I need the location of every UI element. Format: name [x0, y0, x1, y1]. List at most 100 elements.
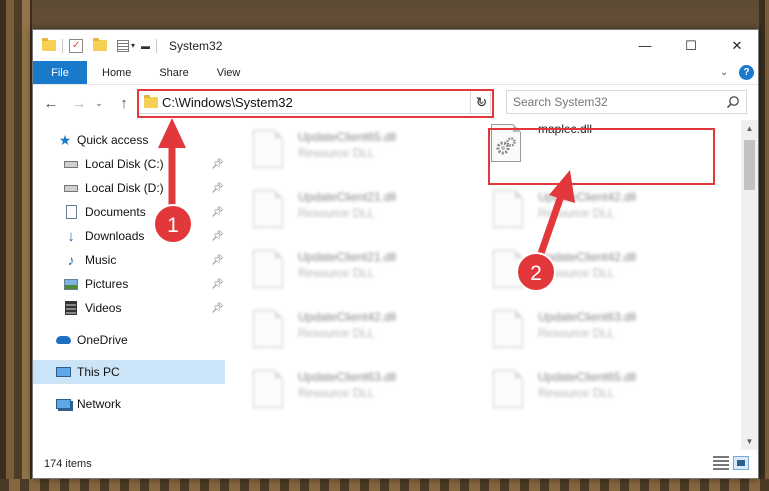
file-type: Resource DLL: [538, 206, 615, 220]
up-arrow-icon[interactable]: ↑: [115, 94, 133, 112]
pin-icon[interactable]: 📌︎: [211, 303, 224, 314]
new-folder-icon[interactable]: [93, 38, 107, 51]
sidebar-item-network[interactable]: Network: [33, 392, 225, 416]
dll-file-icon: [253, 370, 285, 408]
file-name: UpdateClient42.dll: [538, 190, 637, 204]
file-name: UpdateClient63.dll: [298, 370, 397, 384]
sidebar-item-local-disk-c[interactable]: Local Disk (C:) 📌︎: [33, 152, 225, 176]
computer-icon: [55, 364, 71, 380]
details-view-icon[interactable]: [713, 456, 729, 470]
search-input[interactable]: Search System32: [506, 90, 747, 114]
sidebar-item-label: Local Disk (D:): [85, 181, 164, 195]
sidebar-item-label: This PC: [77, 365, 120, 379]
sidebar-item-quick-access[interactable]: ★ Quick access: [33, 128, 225, 152]
scroll-down-icon[interactable]: ▼: [741, 433, 758, 450]
picture-icon: [63, 276, 79, 292]
music-icon: ♪: [67, 252, 75, 268]
list-item[interactable]: UpdateClient65.dll Resource DLL: [481, 364, 701, 414]
tab-home[interactable]: Home: [87, 61, 145, 84]
video-icon: [63, 300, 79, 316]
folder-icon: [42, 38, 56, 51]
file-type: Resource DLL: [538, 326, 615, 340]
properties-icon[interactable]: ✓: [69, 38, 83, 53]
recent-locations-icon[interactable]: ⌄: [90, 94, 108, 112]
network-icon: [55, 396, 71, 412]
pin-icon[interactable]: 📌︎: [211, 255, 224, 266]
sidebar-item-label: Videos: [85, 301, 122, 315]
help-icon[interactable]: ?: [739, 65, 754, 80]
sidebar-item-local-disk-d[interactable]: Local Disk (D:) 📌︎: [33, 176, 225, 200]
sidebar-item-this-pc[interactable]: This PC: [33, 360, 225, 384]
status-bar: 174 items: [33, 450, 758, 478]
sidebar-item-label: Local Disk (C:): [85, 157, 164, 171]
item-count: 174 items: [44, 458, 92, 470]
list-item[interactable]: UpdateClient42.dll Resource DLL: [481, 184, 701, 234]
search-icon[interactable]: [726, 95, 740, 112]
sidebar-item-downloads[interactable]: ↓ Downloads 📌︎: [33, 224, 225, 248]
sidebar-item-label: Quick access: [77, 133, 149, 147]
dll-file-icon: [253, 250, 285, 288]
large-icons-view-icon[interactable]: [733, 456, 749, 470]
file-list: UpdateClient65.dll Resource DLL UpdateCl…: [241, 120, 744, 450]
file-name: UpdateClient21.dll: [298, 190, 397, 204]
address-bar[interactable]: C:\Windows\System32 ⌄: [137, 90, 491, 114]
pin-icon[interactable]: 📌︎: [211, 159, 224, 170]
vertical-scrollbar[interactable]: ▲ ▼: [741, 120, 758, 450]
pin-icon[interactable]: 📌︎: [211, 207, 224, 218]
sidebar-item-pictures[interactable]: Pictures 📌︎: [33, 272, 225, 296]
toolbar-separator: [156, 38, 158, 53]
pin-icon[interactable]: 📌︎: [211, 231, 224, 242]
sidebar-item-onedrive[interactable]: OneDrive: [33, 328, 225, 352]
customize-toolbar-icon[interactable]: ▾: [117, 39, 135, 52]
dll-file-icon: [253, 310, 285, 348]
address-path: C:\Windows\System32: [162, 94, 293, 110]
list-item[interactable]: UpdateClient21.dll Resource DLL: [241, 184, 461, 234]
list-item[interactable]: UpdateClient65.dll Resource DLL: [241, 124, 461, 174]
tab-file[interactable]: File: [33, 61, 87, 84]
sidebar-item-label: OneDrive: [77, 333, 128, 347]
sidebar-item-label: Pictures: [85, 277, 129, 291]
list-item[interactable]: UpdateClient42.dll Resource DLL: [481, 244, 701, 294]
back-arrow-icon[interactable]: ←: [42, 94, 60, 112]
dll-file-icon: [493, 190, 525, 228]
sidebar-item-label: Music: [85, 253, 117, 267]
desktop-background-left: [0, 0, 32, 491]
dll-file-icon: [253, 190, 285, 228]
minimize-button[interactable]: —: [622, 30, 668, 61]
forward-arrow-icon[interactable]: →: [70, 94, 88, 112]
pin-icon[interactable]: 📌︎: [211, 183, 224, 194]
list-item[interactable]: UpdateClient63.dll Resource DLL: [241, 364, 461, 414]
sidebar-item-label: Documents: [85, 205, 146, 219]
gear-file-icon: [491, 124, 523, 162]
sidebar-item-label: Network: [77, 397, 122, 411]
tab-view[interactable]: View: [203, 61, 255, 84]
file-name: maplec.dll: [538, 122, 593, 136]
document-icon: [63, 204, 79, 220]
folder-icon: [144, 95, 158, 108]
maplec-dll-file[interactable]: maplec.dll: [481, 120, 701, 170]
refresh-button[interactable]: ↻: [470, 90, 492, 114]
scroll-up-icon[interactable]: ▲: [741, 120, 758, 137]
cloud-icon: [55, 332, 71, 348]
navigation-bar: ← → ⌄ ↑ C:\Windows\System32 ⌄ ↻ Search S…: [33, 86, 758, 120]
download-icon: ↓: [67, 227, 75, 245]
ribbon-tabs: File Home Share View ⌄ ?: [33, 61, 758, 85]
list-item[interactable]: UpdateClient21.dll Resource DLL: [241, 244, 461, 294]
file-type: Resource DLL: [538, 266, 615, 280]
scrollbar-thumb[interactable]: [744, 140, 755, 190]
expand-ribbon-icon[interactable]: ⌄: [720, 67, 728, 78]
sidebar-item-documents[interactable]: Documents 📌︎: [33, 200, 225, 224]
list-item[interactable]: UpdateClient63.dll Resource DLL: [481, 304, 701, 354]
close-button[interactable]: ✕: [714, 30, 760, 61]
sidebar-item-videos[interactable]: Videos 📌︎: [33, 296, 225, 320]
list-item[interactable]: UpdateClient42.dll Resource DLL: [241, 304, 461, 354]
navigation-pane: ★ Quick access Local Disk (C:) 📌︎ Local …: [33, 120, 225, 450]
quick-access-dropdown-icon[interactable]: ▬: [141, 41, 150, 51]
pin-icon[interactable]: 📌︎: [211, 279, 224, 290]
maximize-button[interactable]: ☐: [668, 30, 714, 61]
explorer-window: ✓ ▾ ▬ System32 — ☐ ✕ File Home Share Vie…: [32, 29, 759, 479]
file-name: UpdateClient42.dll: [538, 250, 637, 264]
tab-share[interactable]: Share: [145, 61, 202, 84]
sidebar-item-music[interactable]: ♪ Music 📌︎: [33, 248, 225, 272]
sidebar-item-label: Downloads: [85, 229, 145, 243]
